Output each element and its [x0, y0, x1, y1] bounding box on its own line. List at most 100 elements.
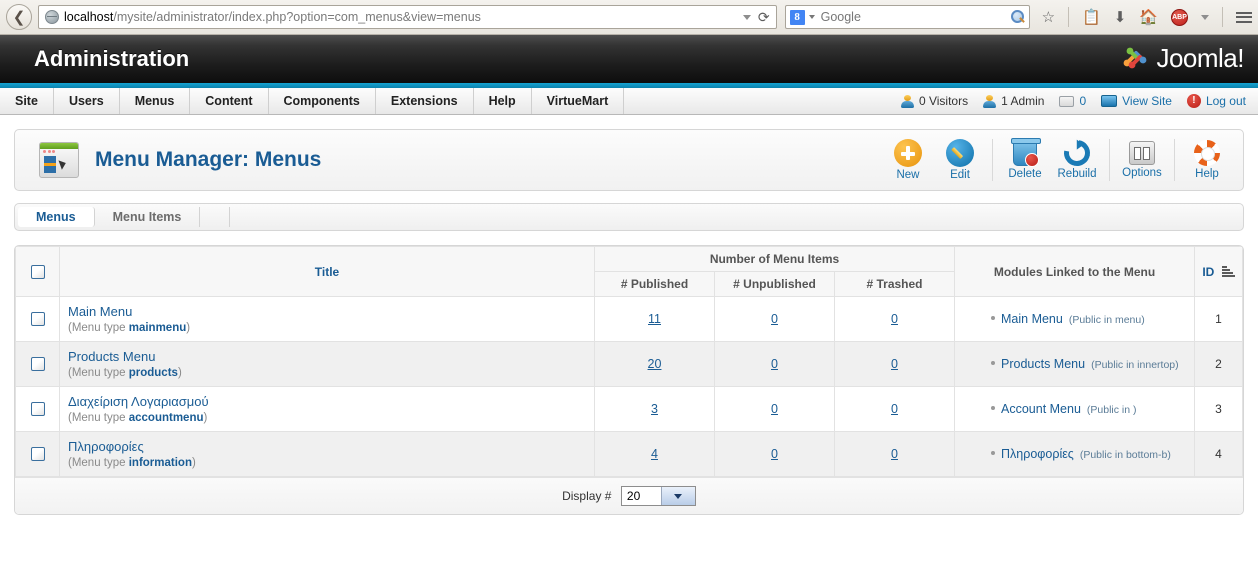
bullet-icon: [991, 451, 995, 455]
page-toolbar: New Edit Delete Rebuild Options Help: [882, 131, 1233, 189]
menu-type-text: (Menu type products): [68, 367, 586, 379]
trashed-count-link[interactable]: 0: [891, 402, 898, 416]
bookmark-star-icon[interactable]: ☆: [1042, 10, 1055, 25]
published-cell: 20: [594, 341, 715, 387]
menu-title-link[interactable]: Main Menu: [68, 304, 586, 319]
edit-button[interactable]: Edit: [934, 139, 986, 181]
menu-type-suffix: ): [186, 322, 191, 334]
module-link[interactable]: Account Menu: [1001, 402, 1081, 416]
menu-item-site[interactable]: Site: [0, 88, 54, 114]
menu-item-menus[interactable]: Menus: [120, 88, 191, 114]
site-globe-icon: [45, 10, 59, 24]
home-icon[interactable]: 🏠: [1139, 10, 1158, 25]
new-button[interactable]: New: [882, 139, 934, 181]
trashed-cell: 0: [834, 431, 955, 477]
menu-item-extensions[interactable]: Extensions: [376, 88, 474, 114]
trashed-count-link[interactable]: 0: [891, 447, 898, 461]
table-header-row-1: Title Number of Menu Items Modules Linke…: [15, 246, 1243, 297]
module-link[interactable]: Main Menu: [1001, 312, 1063, 326]
tab-menu-items[interactable]: Menu Items: [95, 207, 201, 227]
published-count-link[interactable]: 3: [651, 402, 658, 416]
row-checkbox[interactable]: [30, 447, 45, 462]
reload-icon[interactable]: ⟳: [758, 10, 770, 24]
reading-list-icon[interactable]: 📋: [1082, 10, 1101, 25]
published-count-link[interactable]: 4: [651, 447, 658, 461]
adblock-plus-icon[interactable]: ABP: [1171, 8, 1188, 26]
visitors-count: 0 Visitors: [918, 94, 969, 108]
messages-status[interactable]: 0: [1059, 94, 1086, 108]
menu-item-users[interactable]: Users: [54, 88, 120, 114]
downloads-icon[interactable]: ⬇: [1114, 10, 1127, 25]
trashed-count-link[interactable]: 0: [891, 357, 898, 371]
published-count-link[interactable]: 11: [648, 312, 661, 326]
display-count-select[interactable]: 20: [620, 486, 696, 506]
trashed-header[interactable]: # Trashed: [834, 271, 955, 297]
menu-hamburger-icon[interactable]: [1236, 11, 1252, 23]
select-all-checkbox[interactable]: [30, 264, 45, 279]
menu-type-suffix: ): [191, 457, 196, 469]
menu-type-suffix: ): [177, 367, 182, 379]
menu-manager-icon: [39, 142, 79, 178]
row-id: 1: [1194, 296, 1243, 342]
chevron-down-icon[interactable]: [808, 15, 815, 19]
google-icon[interactable]: 8: [789, 9, 805, 25]
menu-type-prefix: (Menu type: [68, 322, 129, 334]
row-checkbox[interactable]: [30, 402, 45, 417]
rebuild-button[interactable]: Rebuild: [1051, 134, 1103, 180]
table-head: Title Number of Menu Items Modules Linke…: [15, 246, 1243, 297]
module-link[interactable]: Products Menu: [1001, 357, 1085, 371]
unpublished-count-link[interactable]: 0: [771, 357, 778, 371]
logout-icon: !: [1186, 94, 1201, 108]
unpublished-header[interactable]: # Unpublished: [714, 271, 835, 297]
search-icon[interactable]: [1010, 10, 1025, 24]
row-title-cell: Main Menu (Menu type mainmenu): [59, 296, 595, 342]
trashed-count-link[interactable]: 0: [891, 312, 898, 326]
id-header[interactable]: ID: [1194, 246, 1243, 297]
modules-cell: Account Menu (Public in ): [954, 386, 1195, 432]
options-button[interactable]: Options: [1116, 141, 1168, 179]
logout-link[interactable]: ! Log out: [1186, 94, 1246, 108]
published-cell: 3: [594, 386, 715, 432]
menu-item-help[interactable]: Help: [474, 88, 532, 114]
title-header[interactable]: Title: [59, 246, 595, 297]
unpublished-count-link[interactable]: 0: [771, 402, 778, 416]
menu-title-link[interactable]: Products Menu: [68, 349, 586, 364]
monitor-icon: [1101, 95, 1118, 107]
new-button-label: New: [896, 169, 920, 181]
menu-title-link[interactable]: Πληροφορίες: [68, 439, 586, 454]
search-input[interactable]: Google: [821, 10, 861, 24]
view-site-label: View Site: [1122, 94, 1172, 108]
chevron-down-icon[interactable]: [660, 487, 695, 505]
back-arrow-icon[interactable]: ❮: [6, 4, 32, 30]
messages-count: 0: [1079, 94, 1087, 108]
unpublished-count-link[interactable]: 0: [771, 312, 778, 326]
row-checkbox[interactable]: [30, 357, 45, 372]
menu-item-content[interactable]: Content: [190, 88, 269, 114]
life-ring-icon: [1194, 140, 1220, 166]
toolbar-divider: [1174, 139, 1175, 181]
unpublished-count-link[interactable]: 0: [771, 447, 778, 461]
help-button-label: Help: [1195, 168, 1219, 180]
unpublished-cell: 0: [714, 341, 835, 387]
view-site-link[interactable]: View Site: [1101, 94, 1172, 108]
row-checkbox[interactable]: [30, 312, 45, 327]
module-link[interactable]: Πληροφορίες: [1001, 447, 1074, 461]
published-cell: 4: [594, 431, 715, 477]
modules-cell: Πληροφορίες (Public in bottom-b): [954, 431, 1195, 477]
tab-menus[interactable]: Menus: [18, 207, 95, 227]
menus-table: Title Number of Menu Items Modules Linke…: [15, 246, 1243, 477]
search-bar[interactable]: 8 Google: [784, 5, 1030, 29]
modules-cell: Main Menu (Public in menu): [954, 296, 1195, 342]
chevron-down-icon[interactable]: [1201, 14, 1209, 20]
table-row: Products Menu (Menu type products) 20 0 …: [15, 341, 1243, 387]
menu-item-virtuemart[interactable]: VirtueMart: [532, 88, 625, 114]
help-button[interactable]: Help: [1181, 140, 1233, 180]
delete-button[interactable]: Delete: [999, 137, 1051, 180]
chevron-down-icon[interactable]: [742, 14, 751, 20]
published-header[interactable]: # Published: [594, 271, 715, 297]
address-bar[interactable]: localhost/mysite/administrator/index.php…: [38, 5, 777, 29]
menu-title-link[interactable]: Διαχείριση Λογαριασμού: [68, 394, 586, 409]
published-count-link[interactable]: 20: [648, 357, 662, 371]
menu-item-components[interactable]: Components: [269, 88, 376, 114]
display-count-value: 20: [626, 489, 641, 503]
